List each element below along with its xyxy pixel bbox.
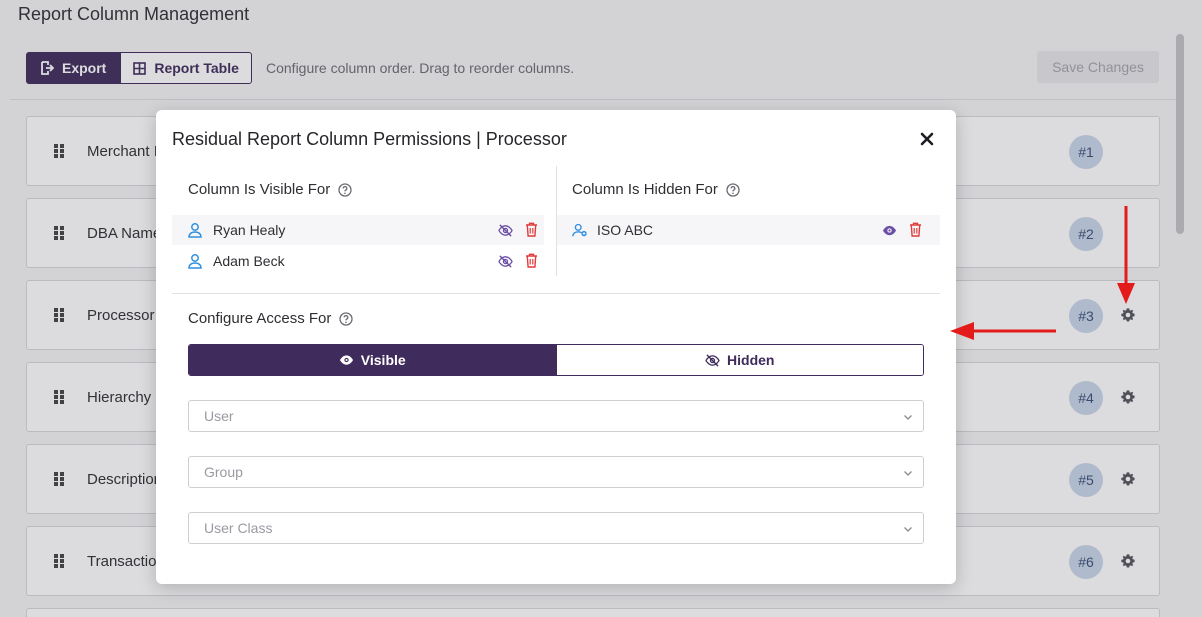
- column-permissions-modal: Residual Report Column Permissions | Pro…: [156, 110, 956, 584]
- hidden-toggle-button[interactable]: Hidden: [555, 345, 923, 375]
- hidden-for-heading-label: Column Is Hidden For: [572, 181, 718, 198]
- eye-icon: [339, 355, 353, 365]
- eye-slash-icon: [705, 353, 720, 367]
- visible-for-heading-label: Column Is Visible For: [188, 181, 331, 198]
- section-divider: [172, 293, 940, 294]
- user-icon: [188, 254, 202, 269]
- eye-slash-icon[interactable]: [498, 254, 513, 269]
- visible-toggle-label: Visible: [360, 352, 406, 368]
- user-class-select[interactable]: User Class: [188, 512, 924, 544]
- visible-toggle-button[interactable]: Visible: [189, 345, 556, 375]
- help-icon[interactable]: [339, 311, 354, 326]
- group-select[interactable]: Group: [188, 456, 924, 488]
- trash-icon[interactable]: [525, 253, 538, 268]
- user-group-icon: [572, 223, 587, 237]
- configure-access-heading: Configure Access For: [188, 310, 354, 327]
- user-class-select-placeholder: User Class: [204, 520, 273, 536]
- entry-label: Ryan Healy: [213, 222, 286, 238]
- visible-entry: Ryan Healy: [172, 215, 544, 245]
- user-icon: [188, 223, 202, 238]
- help-icon[interactable]: [338, 182, 352, 197]
- user-select-placeholder: User: [204, 408, 234, 424]
- visible-entry: Adam Beck: [172, 246, 544, 276]
- chevron-down-icon: [904, 527, 912, 532]
- trash-icon[interactable]: [525, 222, 538, 237]
- entry-label: ISO ABC: [597, 222, 654, 238]
- user-select[interactable]: User: [188, 400, 924, 432]
- configure-access-heading-label: Configure Access For: [188, 310, 332, 327]
- hidden-toggle-label: Hidden: [727, 352, 775, 368]
- eye-icon[interactable]: [882, 223, 897, 238]
- visibility-toggle: Visible Hidden: [188, 344, 924, 376]
- chevron-down-icon: [904, 415, 912, 420]
- entry-label: Adam Beck: [213, 253, 285, 269]
- modal-title: Residual Report Column Permissions | Pro…: [172, 129, 567, 149]
- hidden-for-heading: Column Is Hidden For: [572, 181, 740, 198]
- help-icon[interactable]: [726, 182, 740, 197]
- visible-for-heading: Column Is Visible For: [188, 181, 352, 198]
- hidden-entry: ISO ABC: [557, 215, 940, 245]
- group-select-placeholder: Group: [204, 464, 243, 480]
- eye-slash-icon[interactable]: [498, 223, 513, 238]
- trash-icon[interactable]: [909, 222, 922, 237]
- chevron-down-icon: [904, 471, 912, 476]
- close-icon[interactable]: [918, 130, 936, 148]
